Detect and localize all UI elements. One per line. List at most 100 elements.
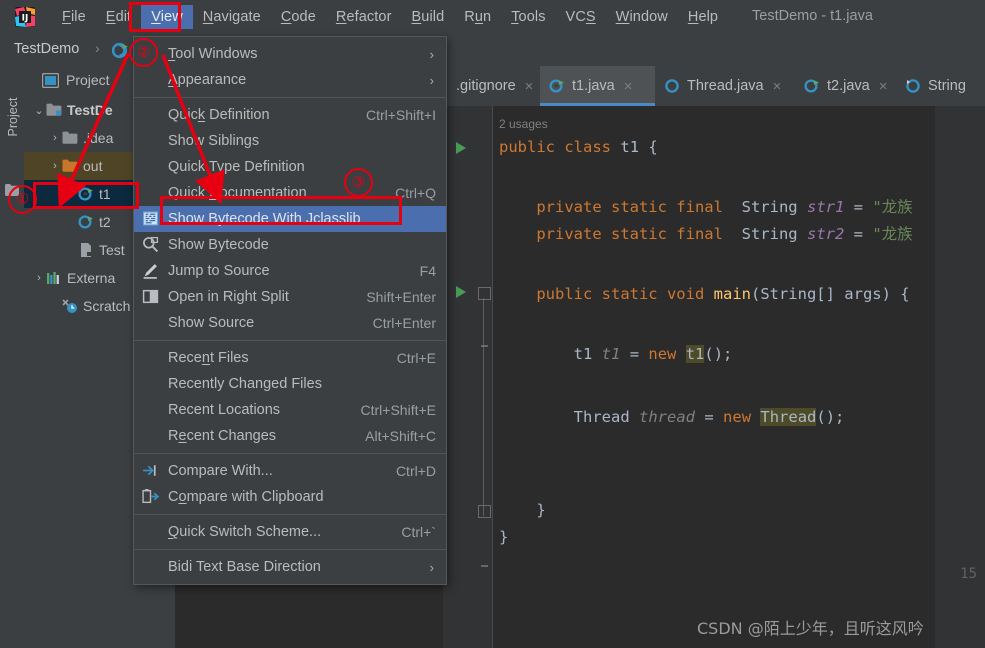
keyword-modifiers: private static final [536, 225, 723, 243]
view-menu-item-tool-windows[interactable]: Tool Windows › [134, 41, 446, 67]
variable-thread: thread [639, 408, 695, 426]
menubar-item-file[interactable]: File [52, 5, 96, 29]
field-str2: str2 [806, 225, 845, 243]
menubar-item-tools[interactable]: Tools [501, 5, 555, 29]
breadcrumb-project[interactable]: TestDemo [14, 41, 79, 57]
tree-node-label: out [83, 158, 103, 174]
view-menu-item-label: Appearance [168, 72, 247, 88]
tree-node-label: Externa [67, 270, 116, 286]
view-menu-item-label: Show Bytecode With Jclasslib [168, 211, 361, 227]
tree-node-label: Scratch [83, 298, 131, 314]
chevron-right-icon: › [429, 72, 434, 88]
chevron-right-icon: › [429, 46, 434, 62]
view-menu-item-compare-with-clipboard[interactable]: Compare with Clipboard [134, 484, 446, 510]
operator-assign: = [853, 225, 863, 243]
editor-tab-thread-java[interactable]: Thread.java × [655, 66, 795, 106]
editor-right-gutter: 15 [935, 106, 985, 648]
view-menu-item-shortcut: Ctrl+Enter [372, 315, 436, 331]
bytecode-icon [142, 236, 160, 254]
jclasslib-icon [142, 210, 160, 228]
constructor-t1-highlighted: t1 [685, 345, 705, 363]
editor-tab-gitignore[interactable]: .gitignore × [443, 66, 540, 106]
keyword-new: new [648, 345, 677, 363]
view-menu-item-label: Compare With... [168, 463, 273, 479]
menubar-item-view[interactable]: View [141, 5, 193, 29]
view-menu-item-bidi-text-base-direction[interactable]: Bidi Text Base Direction › [134, 554, 446, 580]
view-menu-item-recent-changes[interactable]: Recent Changes Alt+Shift+C [134, 423, 446, 449]
fold-collapse-icon-top[interactable] [478, 287, 491, 347]
java-file-icon [78, 242, 94, 258]
menubar-item-run[interactable]: Run [454, 5, 501, 29]
project-panel-title: Project [66, 72, 110, 88]
menubar-item-vcs[interactable]: VCS [556, 5, 606, 29]
java-class-runnable-icon [78, 214, 94, 230]
close-icon[interactable]: × [879, 78, 888, 95]
menubar-item-navigate[interactable]: Navigate [193, 5, 271, 29]
compare-icon [142, 462, 160, 480]
operator-assign: = [704, 408, 714, 426]
code-line-close-method: } [499, 497, 545, 524]
close-icon[interactable]: × [624, 78, 633, 95]
window-title: TestDemo - t1.java [752, 8, 873, 24]
view-menu-dropdown[interactable]: Tool Windows › Appearance › Quick Definition… [133, 36, 447, 585]
menubar-item-code[interactable]: Code [271, 5, 326, 29]
fold-collapse-icon-bottom[interactable] [478, 505, 491, 567]
view-menu-item-recent-files[interactable]: Recent Files Ctrl+E [134, 345, 446, 371]
menubar-item-window[interactable]: Window [606, 5, 678, 29]
view-menu-item-label: Recent Locations [168, 402, 281, 418]
brace-open: { [648, 138, 658, 156]
intellij-idea-logo-icon: IJ [14, 6, 36, 28]
view-menu-item-quick-definition[interactable]: Quick Definition Ctrl+Shift+I [134, 102, 446, 128]
editor-tab-t2-java[interactable]: t2.java × [795, 66, 896, 106]
tree-twisty-icon[interactable]: ⌄ [32, 104, 46, 117]
tool-window-button-project[interactable]: Project [6, 82, 20, 152]
view-menu-item-label: Recent Changes [168, 428, 277, 444]
code-text-area[interactable]: 2 usages public class t1 { private stati… [478, 106, 985, 648]
code-editor[interactable]: 2 usages public class t1 { private stati… [443, 106, 985, 648]
tree-twisty-icon[interactable]: › [48, 160, 62, 172]
view-menu-item-shortcut: Ctrl+D [395, 463, 436, 479]
view-menu-item-label: Show Bytecode [168, 237, 269, 253]
tree-twisty-icon[interactable]: › [48, 132, 62, 144]
view-menu-item-recent-locations[interactable]: Recent Locations Ctrl+Shift+E [134, 397, 446, 423]
run-method-gutter-icon[interactable] [456, 286, 466, 298]
view-menu-item-label: Quick Type Definition [168, 159, 305, 175]
compare-clipboard-icon [142, 488, 160, 506]
view-menu-item-jump-to-source[interactable]: Jump to Source F4 [134, 258, 446, 284]
close-icon[interactable]: × [525, 78, 534, 95]
code-line-main-signature: public static void main(String[] args) { [499, 281, 909, 308]
view-menu-item-show-siblings[interactable]: Show Siblings [134, 128, 446, 154]
menubar-item-help[interactable]: Help [678, 5, 728, 29]
menubar-item-edit[interactable]: Edit [96, 5, 141, 29]
operator-assign: = [853, 198, 863, 216]
tree-twisty-icon[interactable]: › [32, 272, 46, 284]
editor-tab-t1-java[interactable]: t1.java × [540, 66, 655, 106]
close-icon[interactable]: × [773, 78, 782, 95]
view-menu-item-recently-changed-files[interactable]: Recently Changed Files [134, 371, 446, 397]
view-menu-item-quick-type-definition[interactable]: Quick Type Definition [134, 154, 446, 180]
call-tail: (); [816, 408, 845, 426]
view-menu-item-show-bytecode[interactable]: Show Bytecode [134, 232, 446, 258]
view-menu-item-quick-switch-scheme[interactable]: Quick Switch Scheme... Ctrl+` [134, 519, 446, 545]
java-class-runnable-icon[interactable] [112, 42, 129, 59]
run-class-gutter-icon[interactable] [456, 142, 466, 154]
view-menu-item-compare-with[interactable]: Compare With... Ctrl+D [134, 458, 446, 484]
tree-node-label: TestDe [67, 102, 113, 118]
code-line-class-decl: public class t1 { [499, 134, 658, 161]
java-class-runnable-icon [804, 78, 820, 94]
view-menu-item-quick-documentation[interactable]: Quick Documentation Ctrl+Q [134, 180, 446, 206]
java-class-icon [664, 78, 680, 94]
view-menu-item-show-source[interactable]: Show Source Ctrl+Enter [134, 310, 446, 336]
view-menu-item-show-bytecode-with-jclasslib[interactable]: Show Bytecode With Jclasslib [134, 206, 446, 232]
menubar-item-refactor[interactable]: Refactor [326, 5, 402, 29]
menubar-item-build[interactable]: Build [402, 5, 455, 29]
view-menu-item-appearance[interactable]: Appearance › [134, 67, 446, 93]
keyword-class: class [564, 138, 612, 156]
keyword-modifiers: public static void [536, 285, 705, 303]
folder-icon[interactable] [5, 184, 19, 196]
split-icon [142, 288, 160, 306]
editor-tab-label: Thread.java [687, 78, 764, 94]
editor-tab-string[interactable]: String [896, 66, 985, 106]
view-menu-item-open-in-right-split[interactable]: Open in Right Split Shift+Enter [134, 284, 446, 310]
tree-node-label: t2 [99, 214, 111, 230]
